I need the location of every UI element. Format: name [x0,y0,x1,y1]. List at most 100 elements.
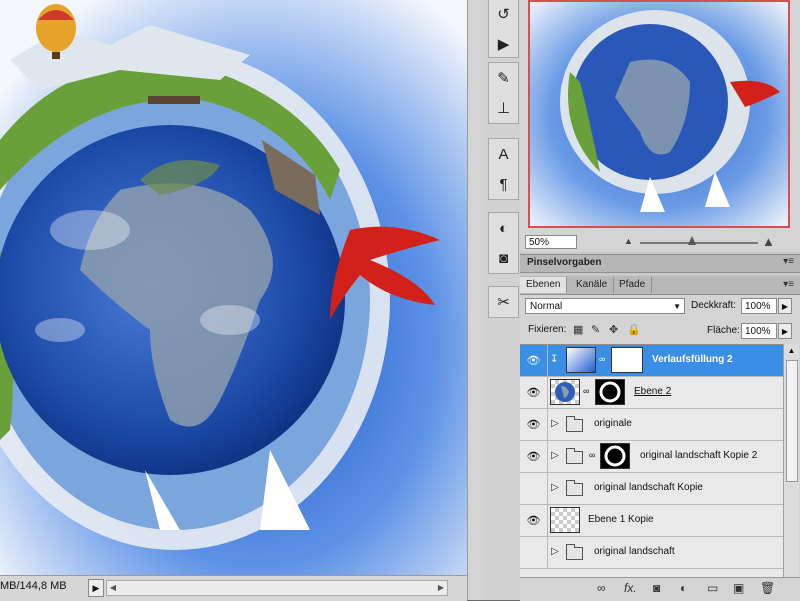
chevron-down-icon: ▼ [673,302,681,311]
panel-dock-strip: ↺ ▶ ✎ ⊥ A ¶ ◐ ◙ ✂ [486,0,521,600]
stamp-icon[interactable]: ⊥ [489,93,518,123]
link-icon[interactable]: ∞ [599,354,605,364]
lock-row: Fixieren: ▦ ✎ ✥ 🔒 Fläche: 100% ▶ [520,320,800,340]
blend-mode-select[interactable]: Normal ▼ [525,298,685,314]
gradient-thumbnail [566,347,596,373]
paragraph-icon[interactable]: ¶ [489,169,518,199]
link-icon[interactable]: ∞ [589,450,595,460]
history-icon[interactable]: ↺ [489,0,518,29]
layers-list: 👁 ↧ ∞ Verlaufsfüllung 2 👁 ∞ Ebene 2 👁 ▷ … [520,344,783,578]
lock-label: Fixieren: [528,324,567,335]
layers-panel: Ebenen Kanäle Pfade ▾≡ Normal ▼ Deckkraf… [520,276,800,601]
document-size-text: MB/144,8 MB [0,580,67,592]
layer-name: original landschaft [594,546,675,557]
fx-icon[interactable]: fx. [624,581,637,595]
ring-mask-icon [604,445,626,467]
status-bar: MB/144,8 MB ▶ ◀ ▶ [0,575,467,601]
eye-icon[interactable]: 👁 [520,441,548,472]
layers-panel-menu-icon[interactable]: ▾≡ [783,279,794,290]
layer-name: Ebene 1 Kopie [588,514,654,525]
layer-row-landschaft-kopie-2[interactable]: 👁 ▷ ∞ original landschaft Kopie 2 [520,441,783,473]
mask-thumbnail [595,379,625,405]
fill-arrow-icon[interactable]: ▶ [778,323,792,339]
expand-arrow-icon[interactable]: ▷ [551,418,559,429]
scroll-left-icon[interactable]: ◀ [107,581,119,595]
link-icon[interactable]: ∞ [583,386,589,396]
navigator-preview[interactable] [528,0,790,228]
tool-group-brush: ✎ ⊥ [488,62,519,124]
document-canvas[interactable] [0,0,467,575]
scroll-up-icon[interactable]: ▲ [784,344,799,358]
tool-group-type: A ¶ [488,138,519,200]
zoom-slider-track[interactable] [640,242,758,244]
brush-icon[interactable]: ✎ [489,63,518,93]
folder-icon [566,448,583,464]
zoom-in-icon[interactable]: ▲ [762,234,775,249]
lock-pixels-icon[interactable]: ✎ [591,323,600,336]
tab-paths[interactable]: Pfade [613,277,653,293]
fill-field[interactable]: 100% [741,323,777,339]
layer-row-landschaft[interactable]: ▷ original landschaft [520,537,783,569]
opacity-field[interactable]: 100% [741,298,777,314]
eye-hidden-icon[interactable] [520,473,548,504]
lock-position-icon[interactable]: ✥ [609,323,618,336]
eye-hidden-icon[interactable] [520,537,548,568]
lock-all-icon[interactable]: 🔒 [627,323,641,336]
tools-icon[interactable]: ✂ [489,287,518,317]
brush-presets-header[interactable]: Pinselvorgaben ▾≡ [520,254,800,273]
expand-arrow-icon[interactable]: ▷ [551,450,559,461]
blend-mode-value: Normal [530,301,563,312]
new-layer-icon[interactable]: ▣ [733,581,744,595]
layer-thumbnail [550,379,580,405]
scroll-right-icon[interactable]: ▶ [435,581,447,595]
zoom-slider-thumb[interactable] [688,236,696,245]
actions-icon[interactable]: ▶ [489,29,518,59]
layer-row-landschaft-kopie[interactable]: ▷ original landschaft Kopie [520,473,783,505]
layer-row-originale[interactable]: 👁 ▷ originale [520,409,783,441]
layer-name: Verlaufsfüllung 2 [652,354,733,365]
layer-name: Ebene 2 [634,386,672,397]
tab-layers[interactable]: Ebenen [520,277,568,293]
navigator-panel: 50% ▲ ▲ [520,0,800,252]
globe-thumbnail-icon [555,382,575,402]
adjustments-icon[interactable]: ◐ [489,213,518,243]
layers-tab-bar: Ebenen Kanäle Pfade ▾≡ [520,276,800,295]
lock-transparent-icon[interactable]: ▦ [573,323,583,336]
add-mask-icon[interactable]: ◙ [653,581,660,595]
status-menu-arrow-icon[interactable]: ▶ [88,579,104,597]
layers-bottom-bar: ∞ fx. ◙ ◐ ▭ ▣ 🗑 [520,577,800,601]
new-group-icon[interactable]: ▭ [707,581,718,595]
mask-thumbnail [611,347,643,373]
canvas-frame-edge [467,0,486,600]
opacity-arrow-icon[interactable]: ▶ [778,298,792,314]
adjustment-layer-icon[interactable]: ◐ [680,581,687,595]
eye-icon[interactable]: 👁 [520,505,548,536]
brush-presets-title: Pinselvorgaben [527,257,602,268]
tool-group-history: ↺ ▶ [488,0,519,58]
trash-icon[interactable]: 🗑 [760,581,775,595]
layer-row-ebene-1-kopie[interactable]: 👁 Ebene 1 Kopie [520,505,783,537]
opacity-label: Deckkraft: [691,300,737,311]
zoom-out-icon[interactable]: ▲ [624,236,633,246]
layer-row-ebene-2[interactable]: 👁 ∞ Ebene 2 [520,377,783,409]
eye-icon[interactable]: 👁 [520,377,548,408]
tab-channels[interactable]: Kanäle [570,277,615,293]
eye-icon[interactable]: 👁 [520,409,548,440]
character-icon[interactable]: A [489,139,518,169]
horizontal-scrollbar[interactable]: ◀ ▶ [106,580,448,596]
ring-mask-icon [596,380,624,404]
eye-icon[interactable]: 👁 [520,345,548,376]
navigator-thumbnail [530,2,788,226]
masks-icon[interactable]: ◙ [489,243,518,273]
layer-name: original landschaft Kopie 2 [640,450,758,461]
link-layers-icon[interactable]: ∞ [597,581,606,595]
layer-row-gradient-fill[interactable]: 👁 ↧ ∞ Verlaufsfüllung 2 [520,345,783,377]
zoom-field[interactable]: 50% [525,235,577,249]
expand-arrow-icon[interactable]: ▷ [551,482,559,493]
clip-arrow-icon: ↧ [550,354,559,365]
panel-menu-icon[interactable]: ▾≡ [783,256,794,267]
expand-arrow-icon[interactable]: ▷ [551,546,559,557]
scroll-thumb[interactable] [786,360,798,482]
layer-name: original landschaft Kopie [594,482,703,493]
layers-scrollbar[interactable]: ▲ [783,344,799,577]
